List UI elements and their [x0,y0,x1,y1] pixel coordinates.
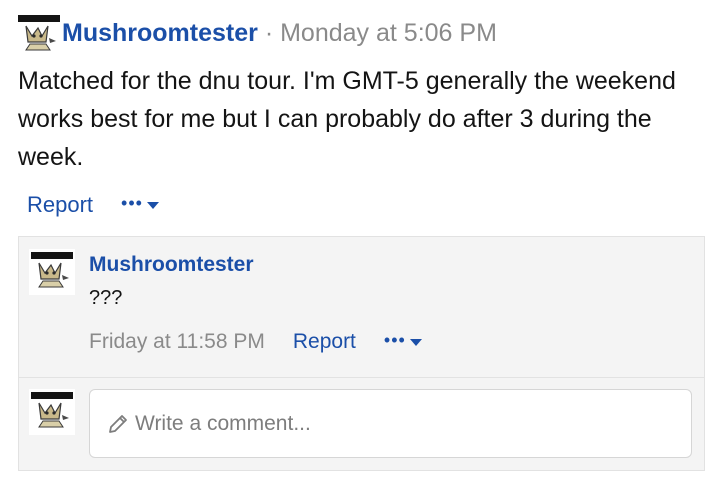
comment-input[interactable]: Write a comment... [89,389,692,458]
chevron-down-icon [409,338,422,346]
report-link[interactable]: Report [27,192,93,218]
pencil-icon [109,414,127,433]
post-actions: Report ••• [27,188,159,222]
eevee-avatar-icon [29,249,75,295]
header-separator: · [264,19,274,47]
post-body: Matched for the dnu tour. I'm GMT-5 gene… [18,67,676,171]
more-dots-icon: ••• [121,193,143,213]
avatar[interactable] [16,12,62,58]
comment-meta: Friday at 11:58 PM Report ••• [89,330,422,354]
comments-panel: Mushroomtester ??? Friday at 11:58 PM Re… [18,236,705,471]
post-container: Mushroomtester · Monday at 5:06 PM Match… [0,0,719,479]
comment-input-placeholder: Write a comment... [135,411,311,435]
post-timestamp[interactable]: Monday at 5:06 PM [280,19,497,47]
eevee-avatar-icon [29,389,75,435]
comment-text: ??? [89,287,123,309]
divider [19,377,704,378]
comment-report-link[interactable]: Report [293,330,356,354]
eevee-avatar-icon [16,12,62,58]
post-author-link[interactable]: Mushroomtester [62,19,258,47]
comment-timestamp[interactable]: Friday at 11:58 PM [89,330,265,354]
comment-avatar[interactable] [29,249,75,295]
composer-avatar [29,389,75,435]
comment-more-options-button[interactable]: ••• [383,330,422,351]
more-options-button[interactable]: ••• [121,193,159,214]
chevron-down-icon [146,201,159,209]
post-header: Mushroomtester · Monday at 5:06 PM [62,17,497,49]
comment-author-link[interactable]: Mushroomtester [89,253,254,277]
more-dots-icon: ••• [383,330,406,350]
